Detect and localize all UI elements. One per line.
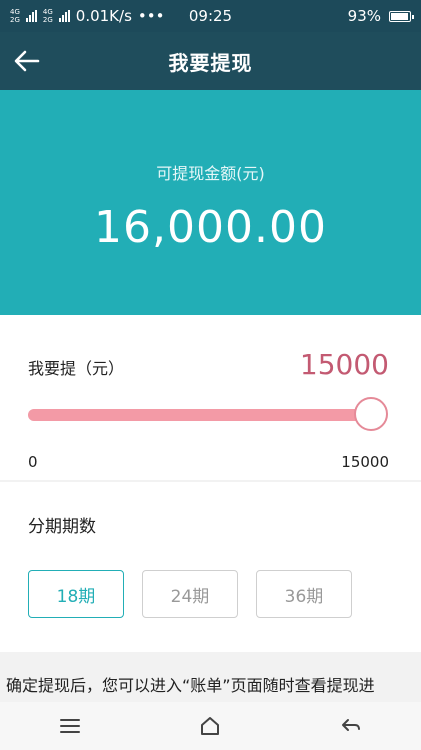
- status-bar: 4G 2G 4G 2G 0.01K/s ••• 09:25 93%: [0, 0, 421, 32]
- network-speed: 0.01K/s: [75, 7, 132, 25]
- term-option-36[interactable]: 36期: [256, 570, 352, 618]
- installment-label: 分期期数: [28, 517, 96, 537]
- status-right: 93%: [347, 7, 414, 25]
- network-type-label-2: 2G: [10, 16, 20, 24]
- signal-icon-2: [58, 10, 70, 22]
- menu-icon: [60, 719, 81, 733]
- back-icon: [341, 719, 360, 731]
- term-option-18[interactable]: 18期: [28, 570, 124, 618]
- battery-percent: 93%: [347, 7, 381, 25]
- page-title: 我要提现: [168, 50, 253, 75]
- home-icon: [201, 717, 220, 735]
- signal-icon: [25, 10, 37, 22]
- slider-max-label: 15000: [341, 453, 389, 471]
- network-type-label-3: 4G: [42, 8, 53, 16]
- available-amount-panel: 可提现金额(元) 16,000.00: [0, 90, 421, 315]
- slider-min-label: 0: [28, 453, 38, 471]
- battery-icon: [389, 10, 414, 22]
- withdraw-notice: 确定提现后，您可以进入“账单”页面随时查看提现进: [0, 652, 421, 702]
- withdraw-amount-value: 15000: [299, 348, 389, 381]
- more-indicator: •••: [137, 7, 165, 25]
- arrow-left-icon: [14, 50, 40, 72]
- system-back-button[interactable]: [331, 706, 371, 746]
- menu-button[interactable]: [50, 706, 90, 746]
- network-type: 4G 2G: [10, 8, 20, 24]
- term-option-24[interactable]: 24期: [142, 570, 238, 618]
- slider-thumb[interactable]: [354, 397, 388, 431]
- slider-fill: [28, 409, 371, 421]
- available-amount-value: 16,000.00: [94, 202, 327, 253]
- withdraw-amount-card: 我要提（元） 15000 0 15000: [0, 315, 421, 480]
- network-type-2: 4G 2G: [43, 8, 53, 24]
- available-amount-label: 可提现金额(元): [156, 164, 265, 183]
- installment-section: 分期期数 18期 24期 36期: [0, 482, 421, 652]
- network-type-label-4: 2G: [42, 16, 53, 24]
- home-button[interactable]: [190, 706, 230, 746]
- network-type-label: 4G: [10, 8, 20, 16]
- navigation-bar: 我要提现: [0, 32, 421, 90]
- back-button[interactable]: [12, 46, 42, 76]
- system-navigation-bar: [0, 702, 421, 750]
- withdraw-amount-slider[interactable]: [28, 397, 388, 433]
- status-left: 4G 2G 4G 2G 0.01K/s •••: [10, 7, 164, 25]
- withdraw-amount-label: 我要提（元）: [28, 359, 125, 378]
